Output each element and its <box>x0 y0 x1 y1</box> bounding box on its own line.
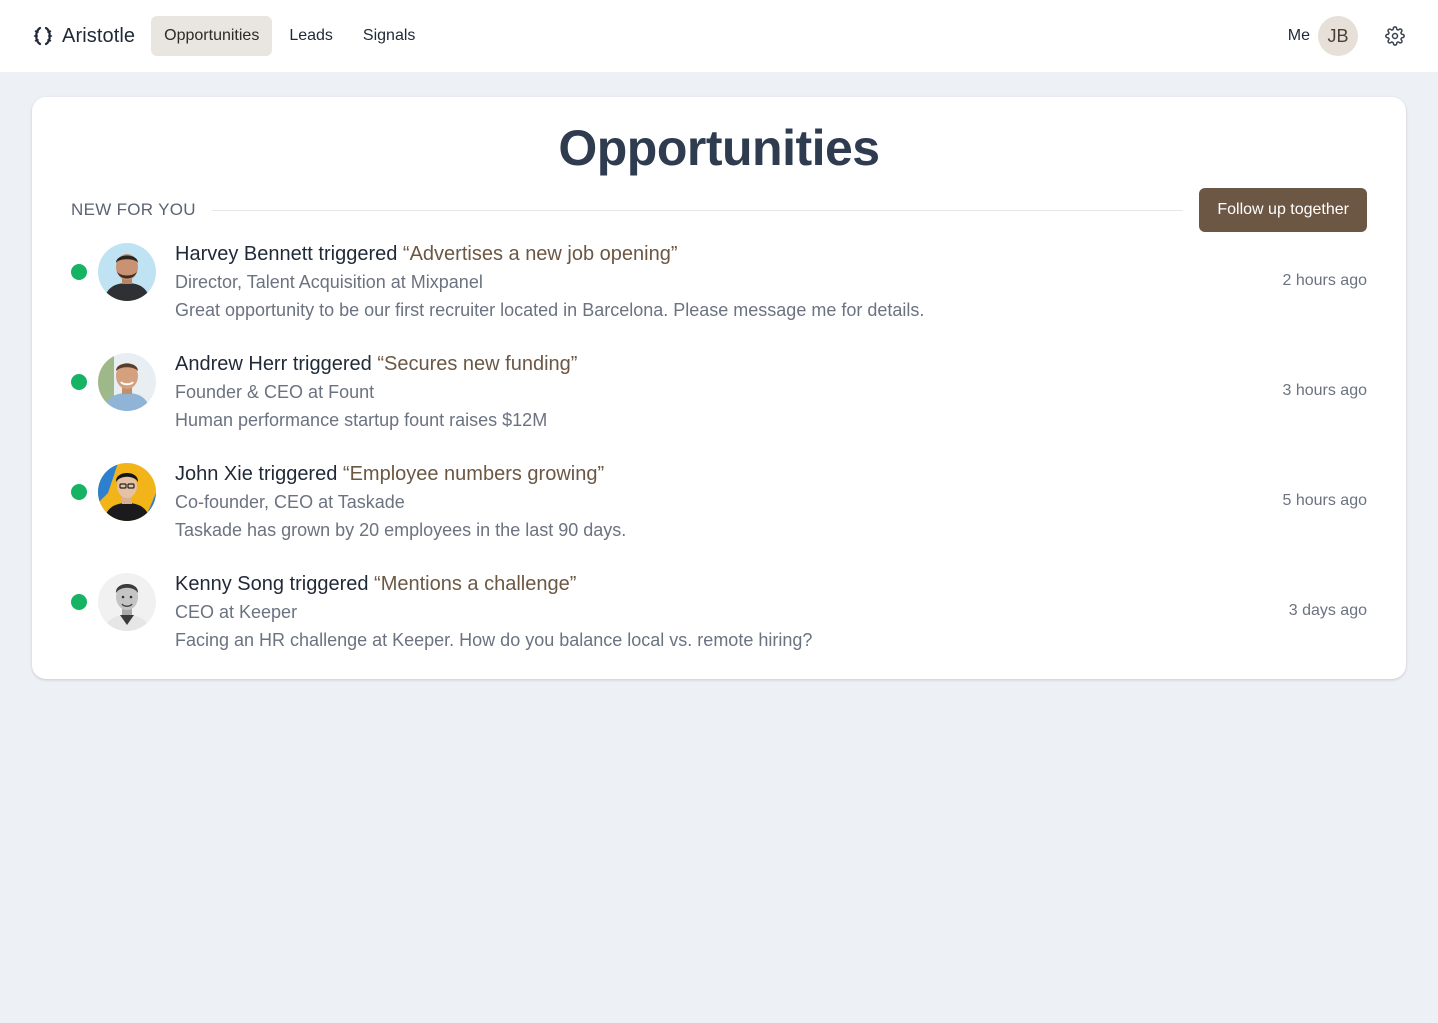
me-label: Me <box>1287 27 1310 44</box>
opportunity-item[interactable]: Harvey Bennett triggered “Advertises a n… <box>71 237 1367 347</box>
section-divider <box>211 209 1184 211</box>
headline: Kenny Song triggered “Mentions a challen… <box>175 571 1247 597</box>
lead-role: Director, Talent Acquisition at Mixpanel <box>175 272 483 292</box>
opportunities-card: Opportunities NEW FOR YOU Follow up toge… <box>32 97 1406 679</box>
signal-message: Facing an HR challenge at Keeper. How do… <box>175 630 813 650</box>
nav-opportunities[interactable]: Opportunities <box>151 16 273 56</box>
lead-role: Founder & CEO at Fount <box>175 382 375 402</box>
signal-name[interactable]: “Employee numbers growing” <box>343 463 604 485</box>
new-status-dot <box>71 484 87 500</box>
lead-role: Co-founder, CEO at Taskade <box>175 492 405 512</box>
laurel-icon <box>32 25 54 47</box>
top-navigation-bar: Aristotle Opportunities Leads Signals Me… <box>0 0 1438 72</box>
follow-up-together-button[interactable]: Follow up together <box>1199 188 1367 232</box>
main-nav: Opportunities Leads Signals <box>151 16 428 56</box>
new-status-dot <box>71 264 87 280</box>
section-header: NEW FOR YOU Follow up together <box>71 188 1367 232</box>
lead-name[interactable]: Harvey Bennett <box>175 243 313 265</box>
headline: Andrew Herr triggered “Secures new fundi… <box>175 351 1247 377</box>
signal-name[interactable]: “Mentions a challenge” <box>374 573 576 595</box>
opportunity-item[interactable]: Andrew Herr triggered “Secures new fundi… <box>71 347 1367 457</box>
nav-signals[interactable]: Signals <box>350 16 428 56</box>
nav-leads[interactable]: Leads <box>276 16 346 56</box>
avatar[interactable] <box>98 463 156 521</box>
signal-name[interactable]: “Secures new funding” <box>377 353 577 375</box>
gear-icon[interactable] <box>1384 25 1406 47</box>
headline: John Xie triggered “Employee numbers gro… <box>175 461 1247 487</box>
opportunity-text: Kenny Song triggered “Mentions a challen… <box>175 571 1247 651</box>
avatar[interactable] <box>98 353 156 411</box>
opportunity-item[interactable]: Kenny Song triggered “Mentions a challen… <box>71 567 1367 677</box>
timestamp: 5 hours ago <box>1282 492 1367 509</box>
trigger-verb: triggered <box>258 463 338 485</box>
lead-role: CEO at Keeper <box>175 602 298 622</box>
lead-name[interactable]: John Xie <box>175 463 253 485</box>
trigger-verb: triggered <box>318 243 398 265</box>
app-name: Aristotle <box>62 24 136 47</box>
section-label: NEW FOR YOU <box>71 200 196 219</box>
new-status-dot <box>71 594 87 610</box>
opportunity-text: Andrew Herr triggered “Secures new fundi… <box>175 351 1247 431</box>
trigger-verb: triggered <box>292 353 372 375</box>
signal-message: Great opportunity to be our first recrui… <box>175 300 925 320</box>
timestamp: 3 days ago <box>1288 602 1367 619</box>
user-area: Me JB <box>1288 16 1406 56</box>
lead-name[interactable]: Andrew Herr <box>175 353 287 375</box>
headline: Harvey Bennett triggered “Advertises a n… <box>175 241 1247 267</box>
brand[interactable]: Aristotle <box>32 25 135 48</box>
signal-name[interactable]: “Advertises a new job opening” <box>403 243 678 265</box>
avatar[interactable] <box>98 243 156 301</box>
avatar[interactable] <box>98 573 156 631</box>
page-title: Opportunities <box>558 120 880 176</box>
timestamp: 2 hours ago <box>1282 272 1367 289</box>
trigger-verb: triggered <box>289 573 369 595</box>
opportunity-item[interactable]: John Xie triggered “Employee numbers gro… <box>71 457 1367 567</box>
timestamp: 3 hours ago <box>1282 382 1367 399</box>
opportunity-text: John Xie triggered “Employee numbers gro… <box>175 461 1247 541</box>
opportunity-text: Harvey Bennett triggered “Advertises a n… <box>175 241 1247 321</box>
user-avatar[interactable]: JB <box>1318 16 1358 56</box>
opportunity-list: Harvey Bennett triggered “Advertises a n… <box>71 237 1367 677</box>
new-status-dot <box>71 374 87 390</box>
signal-message: Human performance startup fount raises $… <box>175 410 548 430</box>
lead-name[interactable]: Kenny Song <box>175 573 284 595</box>
signal-message: Taskade has grown by 20 employees in the… <box>175 520 627 540</box>
